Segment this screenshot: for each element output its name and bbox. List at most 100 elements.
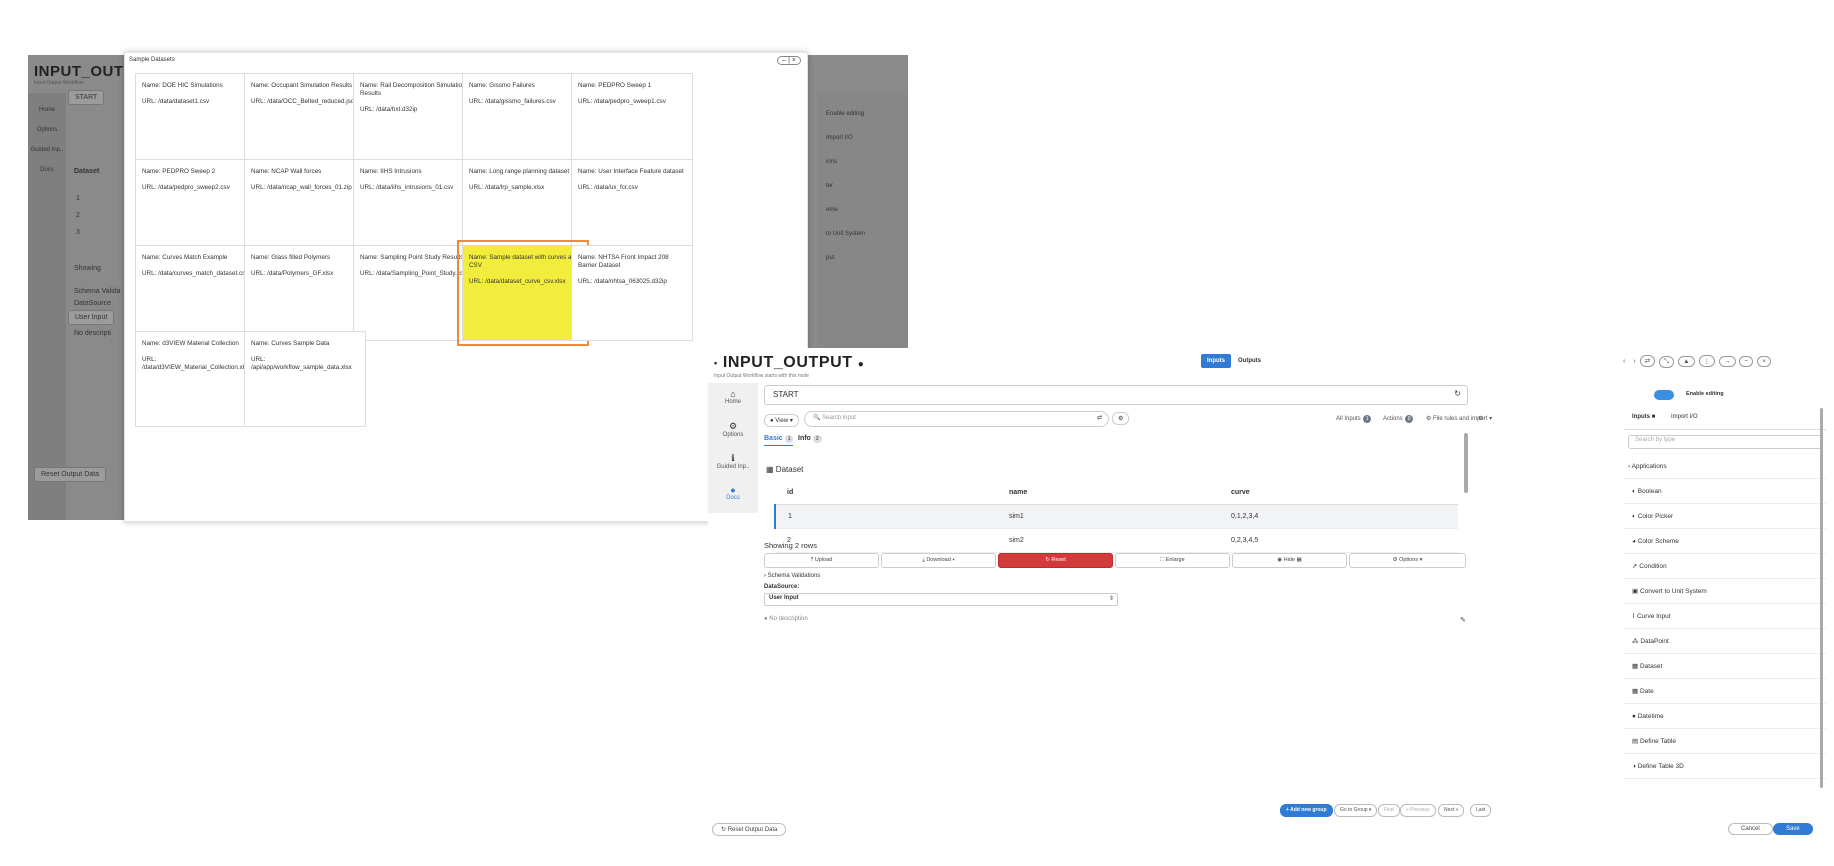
swap-icon[interactable]: ⇄ — [1639, 355, 1656, 367]
nav-guided-input[interactable]: ℹ Guided Inp.. — [708, 447, 758, 479]
view-label: View — [775, 418, 789, 424]
bg-nav-guided[interactable]: Guided Inp.. — [28, 147, 66, 153]
dataset-card[interactable]: Name: Gissmo Failures URL: /data/gissmo_f… — [462, 73, 584, 169]
start-node-field[interactable]: START ↻ — [764, 385, 1468, 405]
input-type-item[interactable]: ▦ Date — [1624, 679, 1826, 704]
input-type-item[interactable]: ⁂ DataPoint — [1624, 629, 1826, 654]
dataset-card[interactable]: Name: NCAP Wall forces URL: /data/ncap_wa… — [244, 159, 366, 255]
column-header[interactable]: id — [775, 481, 997, 505]
input-type-item[interactable]: ▦ Dataset — [1624, 654, 1826, 679]
dataset-card[interactable]: Name: Long range planning dataset URL: /d… — [462, 159, 584, 255]
type-search-input[interactable]: Search by type — [1628, 435, 1822, 449]
last-page-button[interactable]: Last — [1470, 804, 1492, 817]
collapse-icon[interactable]: ⤡ — [1659, 356, 1675, 368]
bg-nav-home[interactable]: Home — [28, 107, 66, 113]
dataset-card[interactable]: Name: NHTSA Front Impact 208 Barrier Dat… — [571, 245, 693, 341]
applications-group[interactable]: › Applications — [1624, 454, 1826, 479]
tab-info[interactable]: Info 2 — [798, 435, 822, 443]
hide-button[interactable]: ◉ Hide ▦ — [1232, 553, 1347, 568]
dataset-card[interactable]: Name: d3VIEW Material Collection URL: /da… — [135, 331, 257, 427]
dataset-card[interactable]: Name: User Interface Feature dataset URL:… — [571, 159, 693, 255]
table-scrollbar[interactable] — [1464, 433, 1468, 493]
actions-button[interactable]: Actions 0 — [1383, 415, 1414, 423]
nav-docs[interactable]: ● Docs — [708, 479, 758, 511]
close-icon[interactable]: × — [1757, 356, 1771, 367]
input-type-item[interactable]: ⌇ Curve Input — [1624, 604, 1826, 629]
schema-validations-toggle[interactable]: › Schema Validations — [764, 573, 820, 579]
nav-options[interactable]: ⚙ Options — [708, 415, 758, 447]
filter-icon[interactable]: ⇄ — [1097, 414, 1102, 421]
enable-editing-toggle[interactable] — [1654, 390, 1674, 400]
right-panel-scrollbar[interactable] — [1820, 408, 1823, 788]
bg-right-item: eme — [826, 207, 838, 213]
table-row[interactable]: 2 sim2 0,2,3,4,5 — [775, 528, 1458, 553]
download-button[interactable]: ⤓ Download ▾ — [881, 553, 996, 568]
previous-page-button[interactable]: « Previous — [1400, 804, 1436, 817]
add-new-group-button[interactable]: + Add new group — [1280, 804, 1333, 817]
all-inputs-button[interactable]: All Inputs 1 — [1336, 415, 1372, 423]
reset-output-button[interactable]: ↻ Reset Output Data — [712, 823, 787, 836]
dataset-card[interactable]: Name: Curves Match Example URL: /data/cur… — [135, 245, 257, 341]
table-cell[interactable]: 0,1,2,3,4 — [1219, 504, 1458, 529]
gear-icon[interactable]: ⚙ — [1478, 415, 1483, 422]
dataset-card[interactable]: Name: Occupant Simulation Results URL: /d… — [244, 73, 366, 169]
dataset-card[interactable]: Name: Glass filled Polymers URL: /data/Po… — [244, 245, 366, 341]
table-cell[interactable]: 0,2,3,4,5 — [1219, 528, 1458, 553]
nav-home[interactable]: ⌂ Home — [708, 383, 758, 415]
modal-window-controls[interactable]: – | × — [777, 56, 801, 65]
tab-outputs[interactable]: Outputs — [1232, 354, 1267, 368]
dataset-card[interactable]: Name: Curves Sample Data URL: /api/app/wo… — [244, 331, 366, 427]
input-type-item[interactable]: ◑ Define Table 3D — [1624, 754, 1826, 779]
bg-reset-button[interactable]: Reset Output Data — [34, 467, 106, 482]
dataset-card[interactable]: Name: Sample dataset with curves as CSV U… — [457, 240, 589, 346]
dataset-card[interactable]: Name: DOE HIC Simulations URL: /data/data… — [135, 73, 257, 169]
reset-button[interactable]: ↻ Reset — [998, 553, 1113, 568]
tab-basic[interactable]: Basic 1 — [764, 435, 794, 446]
view-dropdown[interactable]: ● View ▾ — [764, 414, 799, 427]
table-cell[interactable]: sim2 — [997, 528, 1219, 553]
input-type-item[interactable]: ◐ Color Picker — [1624, 504, 1826, 529]
input-type-item[interactable]: ➚ Condition — [1624, 554, 1826, 579]
edit-icon[interactable]: ✎ — [1460, 616, 1466, 624]
input-type-item[interactable]: ▣ Convert to Unit System — [1624, 579, 1826, 604]
tab-inputs[interactable]: Inputs — [1201, 354, 1231, 368]
column-header[interactable]: name — [997, 481, 1219, 505]
table-cell[interactable]: 1 — [774, 504, 997, 529]
cancel-button[interactable]: Cancel — [1728, 823, 1773, 835]
settings-icon[interactable]: ⚙ — [1112, 412, 1130, 425]
input-type-item[interactable]: ◐ Boolean — [1624, 479, 1826, 504]
table-cell[interactable]: sim1 — [997, 504, 1219, 529]
info-icon[interactable]: ● — [858, 359, 865, 370]
options-button[interactable]: ⚙ Options ▾ — [1349, 553, 1466, 568]
column-header[interactable]: curve — [1219, 481, 1458, 505]
table-row[interactable]: 1 sim1 0,1,2,3,4 — [774, 504, 1458, 529]
first-page-button[interactable]: First — [1378, 804, 1400, 817]
minimize-icon[interactable]: − — [1739, 356, 1754, 367]
bg-nav-options[interactable]: Options — [28, 127, 66, 133]
bg-nav-docs[interactable]: Docs — [28, 167, 66, 173]
search-placeholder: Search input — [822, 415, 856, 421]
chevron-left-icon[interactable]: ‹ — [1623, 358, 1625, 365]
next-page-button[interactable]: Next » — [1438, 804, 1465, 817]
more-icon[interactable]: ⋮ — [1698, 355, 1716, 367]
tab-import-io[interactable]: Import I/O — [1671, 414, 1698, 420]
enlarge-button[interactable]: ⛶ Enlarge — [1115, 553, 1230, 568]
dataset-card[interactable]: Name: PEDPRO Sweep 2 URL: /data/pedpro_sw… — [135, 159, 257, 255]
dataset-card[interactable]: Name: IIHS Intrusions URL: /data/iihs_int… — [353, 159, 475, 255]
dataset-card[interactable]: Name: Rail Decomposition Simulation Resu… — [353, 73, 475, 169]
upload-button[interactable]: ⤒ Upload — [764, 553, 879, 568]
chevron-right-icon[interactable]: › — [1633, 358, 1635, 365]
arrow-right-icon[interactable]: → — [1719, 356, 1736, 367]
save-button[interactable]: Save — [1773, 823, 1813, 835]
dataset-card[interactable]: Name: PEDPRO Sweep 1 URL: /data/pedpro_sw… — [571, 73, 693, 169]
refresh-icon[interactable]: ↻ — [1454, 389, 1461, 398]
chart-icon[interactable]: ▲ — [1678, 356, 1695, 367]
input-type-item[interactable]: ◕ Color Scheme — [1624, 529, 1826, 554]
go-to-group-dropdown[interactable]: Go to Group ▾ — [1334, 804, 1378, 817]
input-type-item[interactable]: ▤ Define Table — [1624, 729, 1826, 754]
search-input[interactable]: 🔍 Search input ⇄ — [804, 411, 1109, 427]
dataset-card[interactable]: Name: Sampling Point Study Results URL: /… — [353, 245, 475, 341]
datasource-select[interactable]: User Input ⇕ — [764, 593, 1118, 606]
input-type-item[interactable]: ● Datetime — [1624, 704, 1826, 729]
tab-right-inputs[interactable]: Inputs ■ — [1632, 414, 1655, 420]
